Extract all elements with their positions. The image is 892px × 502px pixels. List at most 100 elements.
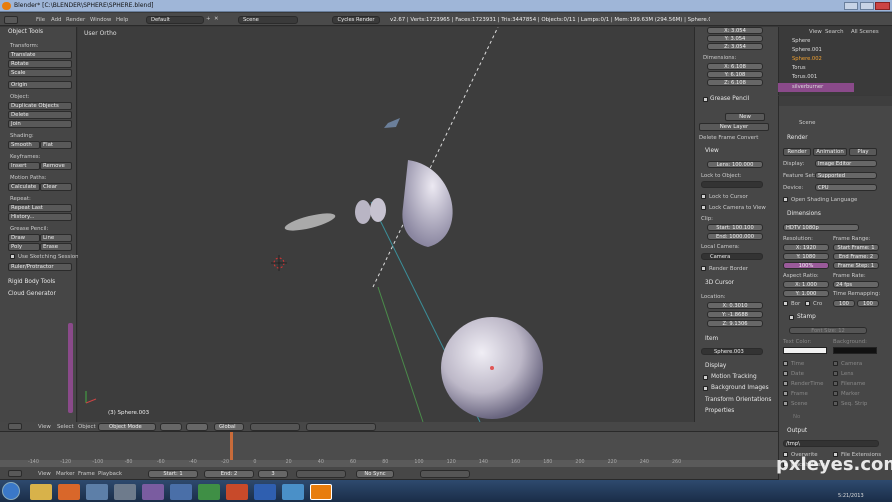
loc-y-field[interactable]: Y: 3.054 (707, 35, 763, 42)
pivot-select[interactable] (186, 423, 208, 431)
properties-context-tabs[interactable] (779, 96, 892, 106)
clip-start-field[interactable]: Start: 100.100 (707, 224, 763, 231)
app-taskbar-icon[interactable] (114, 484, 136, 500)
draw-button[interactable]: Draw (8, 234, 40, 242)
orientation-select[interactable]: Global (214, 423, 244, 431)
outliner-item[interactable]: Torus (778, 64, 854, 73)
remove-key-button[interactable]: Remove (40, 162, 72, 170)
viewport-view-menu[interactable]: View (38, 424, 51, 430)
loc-x-field[interactable]: X: 3.054 (707, 27, 763, 34)
lens-field[interactable]: Lens: 100.000 (707, 161, 763, 168)
outliner-item-selected[interactable]: Sphere.002 (778, 55, 854, 64)
cursor-z-field[interactable]: Z: 9.1306 (707, 320, 763, 327)
crop-checkbox[interactable] (805, 301, 810, 306)
end-frame-prop[interactable]: End Frame: 2 (833, 253, 879, 260)
close-button[interactable] (875, 2, 890, 10)
display-select[interactable]: Image Editor (815, 160, 877, 167)
render-button[interactable]: Render (783, 148, 811, 156)
start-frame-field[interactable]: Start: 1 (148, 470, 198, 478)
osl-checkbox[interactable] (783, 197, 788, 202)
feature-set-select[interactable]: Supported (815, 172, 877, 179)
app-taskbar-icon[interactable] (170, 484, 192, 500)
dimensions-panel-header[interactable]: Dimensions (787, 211, 821, 217)
menu-window[interactable]: Window (90, 17, 111, 23)
translate-button[interactable]: Translate (8, 51, 72, 59)
stamp-option-checkbox[interactable] (833, 401, 838, 406)
word-taskbar-icon[interactable] (254, 484, 276, 500)
dim-x-field[interactable]: X: 6.108 (707, 63, 763, 70)
editor-type-timeline-icon[interactable] (8, 470, 22, 477)
cloud-generator-header[interactable]: Cloud Generator (8, 291, 56, 297)
outliner-item[interactable]: Sphere.001 (778, 46, 854, 55)
res-y-field[interactable]: Y: 1080 (783, 253, 829, 260)
stamp-option-checkbox[interactable] (783, 381, 788, 386)
repeat-last-button[interactable]: Repeat Last (8, 204, 72, 212)
item-panel-header[interactable]: Item (705, 336, 718, 342)
remap-new-field[interactable]: 100 (857, 300, 879, 307)
layout-add-icon[interactable]: + (206, 16, 211, 22)
duplicate-button[interactable]: Duplicate Objects (8, 102, 72, 110)
insert-key-button[interactable]: Insert (8, 162, 40, 170)
loc-z-field[interactable]: Z: 3.054 (707, 43, 763, 50)
outliner-item[interactable]: Torus.001 (778, 73, 854, 82)
current-frame-marker[interactable] (230, 432, 233, 460)
properties-header[interactable]: Properties (705, 408, 734, 414)
device-select[interactable]: CPU (815, 184, 877, 191)
stamp-option-checkbox[interactable] (833, 391, 838, 396)
mode-select[interactable]: Object Mode (98, 423, 156, 431)
background-images-checkbox[interactable] (703, 386, 708, 391)
output-panel-header[interactable]: Output (787, 428, 807, 434)
menu-help[interactable]: Help (116, 17, 128, 23)
menu-file[interactable]: File (36, 17, 45, 23)
grease-pencil-checkbox[interactable] (703, 97, 708, 102)
cursor-x-field[interactable]: X: 0.3010 (707, 302, 763, 309)
timeline-body[interactable] (0, 432, 778, 460)
history-button[interactable]: History... (8, 213, 72, 221)
clip-end-field[interactable]: End: 1000.000 (707, 233, 763, 240)
outliner-view-menu[interactable]: View (809, 29, 822, 35)
frame-step-prop[interactable]: Frame Step: 1 (833, 262, 879, 269)
res-percent-field[interactable]: 100% (783, 262, 829, 269)
firefox-taskbar-icon[interactable] (58, 484, 80, 500)
calculate-button[interactable]: Calculate (8, 183, 40, 191)
timeline-playback-menu[interactable]: Playback (98, 471, 122, 477)
engine-select[interactable]: Cycles Render (332, 16, 380, 24)
preset-select[interactable]: HDTV 1080p (783, 224, 859, 231)
scale-button[interactable]: Scale (8, 69, 72, 77)
explorer-taskbar-icon[interactable] (30, 484, 52, 500)
lock-cursor-checkbox[interactable] (701, 194, 706, 199)
res-x-field[interactable]: X: 1920 (783, 244, 829, 251)
menu-add[interactable]: Add (51, 17, 61, 23)
photoshop-taskbar-icon[interactable] (282, 484, 304, 500)
end-frame-field[interactable]: End: 2 (204, 470, 254, 478)
start-button[interactable] (2, 482, 20, 500)
stamp-checkbox[interactable] (789, 315, 794, 320)
scene-select[interactable]: Scene (238, 16, 298, 24)
play-button[interactable]: Play (849, 148, 877, 156)
outliner-search-menu[interactable]: Search (825, 29, 844, 35)
origin-button[interactable]: Origin (8, 81, 72, 89)
new-layer-button[interactable]: New Layer (699, 123, 769, 131)
playback-controls[interactable] (296, 470, 346, 478)
rigid-body-header[interactable]: Rigid Body Tools (8, 279, 55, 285)
output-path-field[interactable]: /tmp\ (783, 440, 879, 447)
start-frame-prop[interactable]: Start Frame: 1 (833, 244, 879, 251)
layers-grid[interactable] (250, 423, 300, 431)
sync-select[interactable]: No Sync (356, 470, 394, 478)
stamp-option-checkbox[interactable] (833, 361, 838, 366)
object-tools-header[interactable]: Object Tools (8, 29, 43, 35)
shading-select[interactable] (160, 423, 182, 431)
timeline-view-menu[interactable]: View (38, 471, 51, 477)
fps-select[interactable]: 24 fps (833, 281, 879, 288)
powerpoint-taskbar-icon[interactable] (226, 484, 248, 500)
stamp-option-checkbox[interactable] (783, 361, 788, 366)
stamp-option-checkbox[interactable] (783, 371, 788, 376)
clear-button[interactable]: Clear (40, 183, 72, 191)
render-panel-header[interactable]: Render (787, 135, 808, 141)
app-taskbar-icon[interactable] (86, 484, 108, 500)
border-checkbox[interactable] (783, 301, 788, 306)
dim-z-field[interactable]: Z: 6.108 (707, 79, 763, 86)
motion-tracking-checkbox[interactable] (703, 375, 708, 380)
viewport-object-menu[interactable]: Object (78, 424, 96, 430)
outliner-scene-filter[interactable]: All Scenes (851, 29, 879, 35)
